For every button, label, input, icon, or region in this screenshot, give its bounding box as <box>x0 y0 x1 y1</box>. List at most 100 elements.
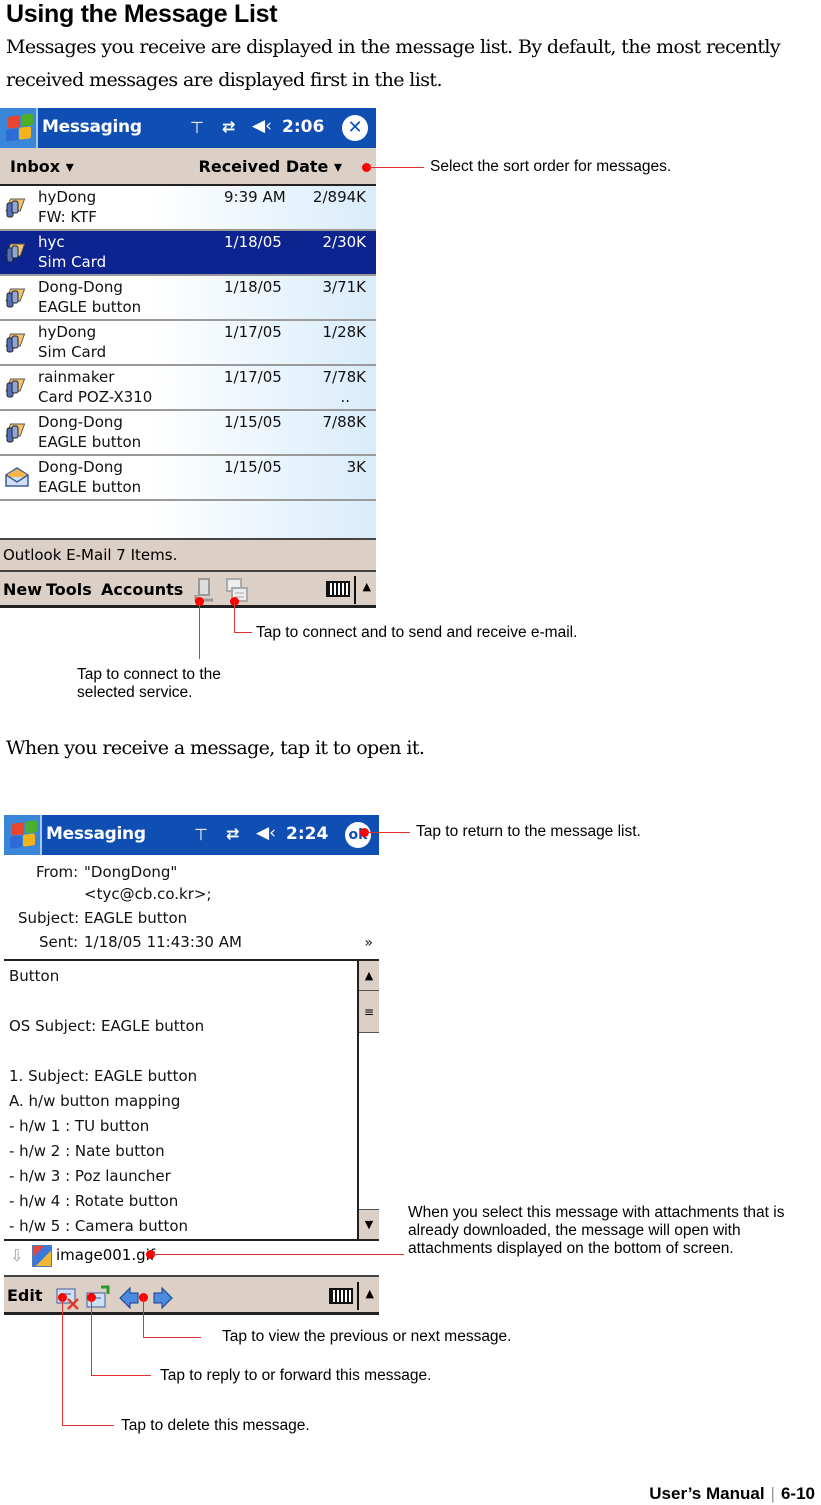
message-date: 1/18/05 <box>224 233 282 251</box>
keyboard-icon[interactable] <box>326 581 350 597</box>
message-from: hyDong <box>38 188 97 206</box>
message-date: 1/17/05 <box>224 323 282 341</box>
from-label: From: <box>36 863 79 881</box>
windows-flag-icon <box>6 113 34 142</box>
antenna-icon[interactable]: ⊤ <box>194 825 208 844</box>
speaker-icon[interactable]: ◀‹ <box>256 823 276 843</box>
more-indicator: .. <box>340 388 350 406</box>
message-row[interactable]: hyDong Sim Card 1/17/05 1/28K <box>0 321 376 366</box>
message-size: 2/894K <box>312 188 366 206</box>
message-subject: Card POZ-X310 <box>38 388 153 406</box>
menu-edit[interactable]: Edit <box>7 1286 43 1305</box>
clock[interactable]: 2:24 <box>286 824 328 844</box>
subject-value: EAGLE button <box>84 909 188 927</box>
message-from: Dong-Dong <box>38 458 123 476</box>
message-size: 3K <box>346 458 366 476</box>
intro-paragraph: Messages you receive are displayed in th… <box>6 36 781 91</box>
callout-return: Tap to return to the message list. <box>416 823 641 840</box>
callout-line <box>91 1375 151 1376</box>
from-email: <tyc@cb.co.kr>; <box>84 885 212 903</box>
sort-dropdown[interactable]: Received Date ▾ <box>199 157 342 176</box>
attachment-mail-icon <box>5 333 26 353</box>
message-row[interactable]: hyDong FW: KTF 9:39 AM 2/894K <box>0 186 376 231</box>
start-button[interactable] <box>4 815 42 855</box>
message-row[interactable]: Dong-Dong EAGLE button 1/15/05 3K <box>0 456 376 501</box>
expand-header-icon[interactable]: » <box>364 935 373 951</box>
menu-accounts[interactable]: Accounts <box>101 580 183 599</box>
message-header: From: "DongDong" <tyc@cb.co.kr>; Subject… <box>4 855 379 959</box>
message-date: 9:39 AM <box>224 188 286 206</box>
message-view-screenshot: Messaging ⊤ ⇄ ◀‹ 2:24 ok From: "DongDong… <box>4 815 379 1315</box>
body-line: - h/w 4 : Rotate button <box>9 1192 179 1210</box>
footer-divider: | <box>770 1484 775 1503</box>
scroll-thumb[interactable]: ≡ <box>359 991 379 1033</box>
message-body: Button OS Subject: EAGLE button 1. Subje… <box>4 959 379 1241</box>
callout-line <box>62 1425 114 1426</box>
callout-reply: Tap to reply to or forward this message. <box>160 1367 432 1384</box>
message-row[interactable]: Dong-Dong EAGLE button 1/18/05 3/71K <box>0 276 376 321</box>
download-arrow-icon[interactable]: ⇩ <box>10 1246 23 1265</box>
message-row[interactable]: rainmaker Card POZ-X310 1/17/05 7/78K .. <box>0 366 376 411</box>
image-file-icon[interactable] <box>32 1245 52 1267</box>
intro2-paragraph: When you receive a message, tap it to op… <box>6 737 425 759</box>
menu-bar: New Tools Accounts ▲ <box>0 572 376 608</box>
callout-line <box>199 601 200 659</box>
callout-prev-next: Tap to view the previous or next message… <box>222 1328 512 1345</box>
body-line: - h/w 1 : TU button <box>9 1117 150 1135</box>
attachment-filename[interactable]: image001.gif <box>56 1246 155 1264</box>
message-subject: EAGLE button <box>38 478 142 496</box>
sort-label: Received Date <box>198 157 329 176</box>
message-subject: EAGLE button <box>38 433 142 451</box>
antenna-icon[interactable]: ⊤ <box>190 118 204 137</box>
message-from: rainmaker <box>38 368 115 386</box>
message-date: 1/15/05 <box>224 413 282 431</box>
folder-label: Inbox <box>10 157 61 176</box>
sent-label: Sent: <box>39 933 79 951</box>
folder-dropdown[interactable]: Inbox ▾ <box>10 157 74 176</box>
manual-label: User’s Manual <box>649 1484 765 1503</box>
next-message-icon[interactable] <box>150 1285 174 1311</box>
sync-arrows-icon[interactable]: ⇄ <box>226 824 239 843</box>
callout-sort-order: Select the sort order for messages. <box>430 158 672 175</box>
sync-arrows-icon[interactable]: ⇄ <box>222 117 235 136</box>
menu-new[interactable]: New <box>3 580 42 599</box>
body-line: 1. Subject: EAGLE button <box>9 1067 198 1085</box>
start-button[interactable] <box>0 108 38 148</box>
message-subject: EAGLE button <box>38 298 142 316</box>
message-size: 2/30K <box>322 233 366 251</box>
callout-line <box>234 601 235 633</box>
message-date: 1/17/05 <box>224 368 282 386</box>
message-from: hyDong <box>38 323 97 341</box>
chevron-down-icon: ▾ <box>333 157 342 176</box>
close-button[interactable]: ✕ <box>342 115 368 141</box>
message-from: hyc <box>38 233 65 251</box>
from-value: "DongDong" <box>84 863 178 881</box>
scroll-down-icon[interactable]: ▼ <box>359 1209 379 1239</box>
message-list-screenshot: Messaging ⊤ ⇄ ◀‹ 2:06 ✕ Inbox ▾ Received… <box>0 108 376 608</box>
speaker-icon[interactable]: ◀‹ <box>252 116 272 136</box>
sip-arrow-up-icon[interactable]: ▲ <box>363 580 371 593</box>
message-date: 1/15/05 <box>224 458 282 476</box>
scroll-up-icon[interactable]: ▲ <box>359 961 379 991</box>
body-line: A. h/w button mapping <box>9 1092 181 1110</box>
message-row-selected[interactable]: hyc Sim Card 1/18/05 2/30K <box>0 231 376 276</box>
body-line: OS Subject: EAGLE button <box>9 1017 205 1035</box>
message-row[interactable]: Dong-Dong EAGLE button 1/15/05 7/88K <box>0 411 376 456</box>
message-size: 7/88K <box>322 413 366 431</box>
callout-line <box>91 1297 92 1375</box>
attachment-mail-icon <box>5 243 26 263</box>
page-title: Using the Message List <box>6 0 278 28</box>
callout-line <box>143 1337 201 1338</box>
scrollbar[interactable]: ▲ ≡ ▼ <box>357 961 379 1239</box>
sip-arrow-up-icon[interactable]: ▲ <box>366 1287 374 1300</box>
title-bar: Messaging ⊤ ⇄ ◀‹ 2:06 ✕ <box>0 108 376 148</box>
sip-divider <box>357 1282 359 1310</box>
chevron-down-icon: ▾ <box>65 157 74 176</box>
message-size: 1/28K <box>322 323 366 341</box>
page-footer: User’s Manual | 6-10 <box>649 1484 815 1504</box>
keyboard-icon[interactable] <box>329 1288 353 1304</box>
message-subject: FW: KTF <box>38 208 97 226</box>
body-line: - h/w 3 : Poz launcher <box>9 1167 171 1185</box>
menu-tools[interactable]: Tools <box>46 580 92 599</box>
clock[interactable]: 2:06 <box>282 117 324 137</box>
